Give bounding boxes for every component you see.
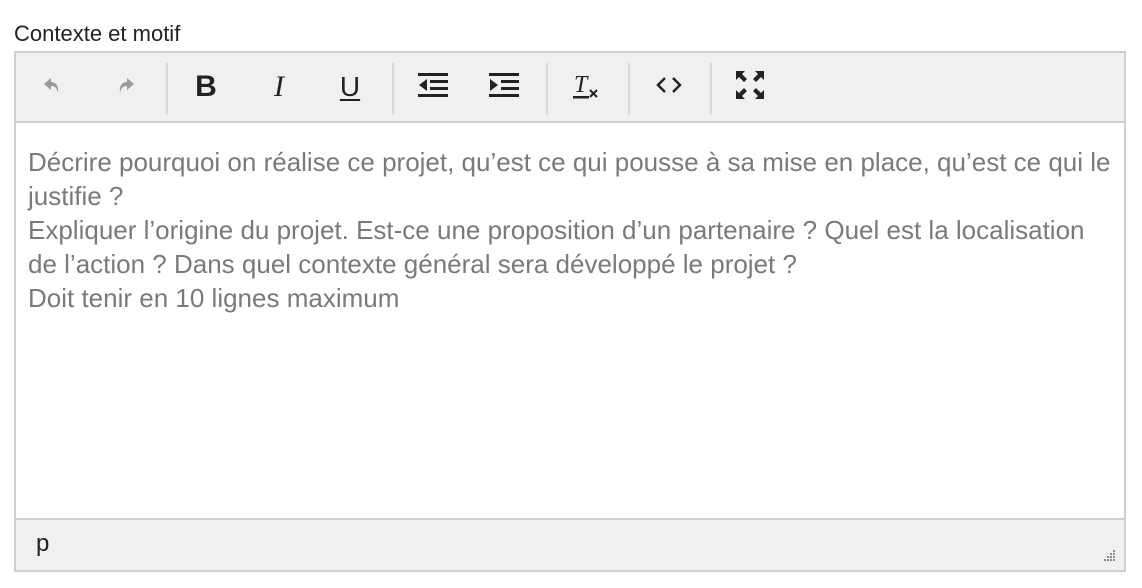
underline-icon: U bbox=[339, 71, 361, 102]
placeholder-line: Décrire pourquoi on réalise ce projet, q… bbox=[28, 147, 1111, 211]
editor-statusbar: p bbox=[16, 518, 1124, 570]
element-path[interactable]: p bbox=[36, 530, 49, 558]
fullscreen-icon bbox=[735, 70, 765, 105]
field-label: Contexte et motif bbox=[14, 21, 181, 46]
editor-content-area[interactable]: Décrire pourquoi on réalise ce projet, q… bbox=[16, 123, 1124, 518]
undo-icon bbox=[40, 73, 64, 102]
undo-button[interactable] bbox=[28, 63, 76, 111]
indent-icon bbox=[489, 72, 519, 103]
code-icon bbox=[656, 75, 682, 100]
resize-handle-icon[interactable] bbox=[1100, 548, 1116, 564]
redo-button[interactable] bbox=[102, 63, 150, 111]
bold-button[interactable]: B bbox=[182, 63, 230, 111]
rich-text-editor[interactable]: B I U T Décrire pourquoi on réalise ce p… bbox=[14, 51, 1126, 572]
toolbar-separator bbox=[546, 63, 548, 115]
italic-button[interactable]: I bbox=[255, 63, 303, 111]
svg-text:T: T bbox=[574, 72, 589, 98]
clear-formatting-icon: T bbox=[571, 70, 601, 105]
bold-icon: B bbox=[195, 70, 217, 103]
underline-button[interactable]: U bbox=[326, 63, 374, 111]
editor-toolbar: B I U T bbox=[16, 53, 1124, 123]
toolbar-separator bbox=[710, 63, 712, 115]
toolbar-separator bbox=[628, 63, 630, 115]
toolbar-separator bbox=[392, 63, 394, 115]
placeholder-line: Doit tenir en 10 lignes maximum bbox=[28, 283, 400, 313]
outdent-icon bbox=[418, 72, 448, 103]
placeholder-line: Expliquer l’origine du projet. Est-ce un… bbox=[28, 215, 1085, 279]
source-code-button[interactable] bbox=[645, 63, 693, 111]
redo-icon bbox=[114, 73, 138, 102]
fullscreen-button[interactable] bbox=[726, 63, 774, 111]
remove-format-button[interactable]: T bbox=[562, 63, 610, 111]
indent-button[interactable] bbox=[480, 63, 528, 111]
toolbar-separator bbox=[166, 63, 168, 115]
italic-icon: I bbox=[274, 70, 284, 103]
outdent-button[interactable] bbox=[409, 63, 457, 111]
